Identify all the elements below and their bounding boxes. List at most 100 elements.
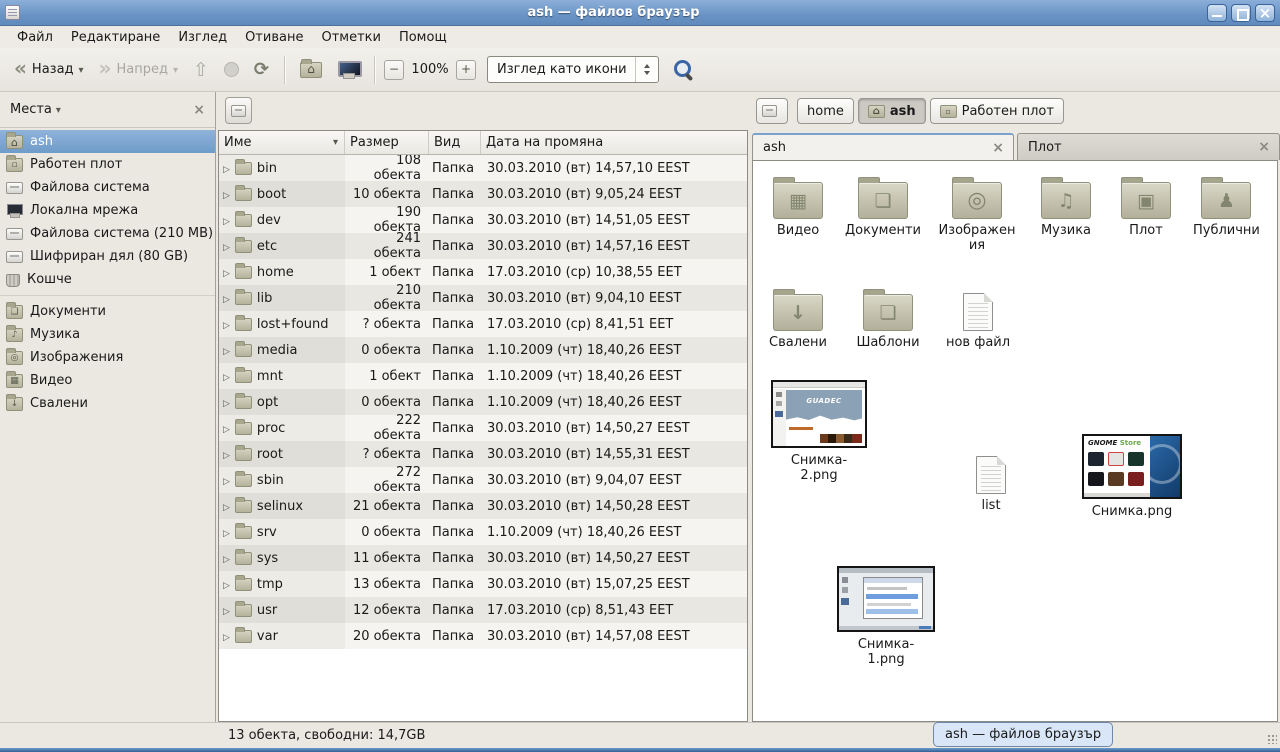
zoom-out-button[interactable] bbox=[384, 60, 404, 80]
chevron-down-icon[interactable] bbox=[173, 62, 178, 77]
home-button[interactable] bbox=[294, 59, 328, 81]
minimize-icon[interactable] bbox=[1207, 4, 1227, 22]
breadcrumb-button[interactable]: home bbox=[797, 98, 854, 124]
computer-button[interactable] bbox=[331, 58, 365, 82]
table-row[interactable]: boot 10 обекта Папка 30.03.2010 (вт) 9,0… bbox=[219, 181, 747, 207]
reload-button[interactable] bbox=[248, 56, 275, 83]
tab[interactable]: Плот bbox=[1017, 133, 1280, 160]
column-header-name[interactable]: Име bbox=[219, 131, 345, 154]
chevron-down-icon[interactable] bbox=[79, 62, 84, 77]
close-icon[interactable] bbox=[1255, 4, 1275, 22]
table-row[interactable]: etc 241 обекта Папка 30.03.2010 (вт) 14,… bbox=[219, 233, 747, 259]
expander-icon[interactable] bbox=[223, 603, 230, 618]
menu-item[interactable]: Изглед bbox=[169, 28, 236, 47]
sidebar-item[interactable]: ash bbox=[0, 130, 215, 153]
expander-icon[interactable] bbox=[223, 213, 230, 228]
table-row[interactable]: dev 190 обекта Папка 30.03.2010 (вт) 14,… bbox=[219, 207, 747, 233]
folder-item[interactable]: Изображения bbox=[935, 171, 1019, 253]
table-row[interactable]: proc 222 обекта Папка 30.03.2010 (вт) 14… bbox=[219, 415, 747, 441]
sidebar-item[interactable]: Видео bbox=[0, 369, 215, 392]
expander-icon[interactable] bbox=[223, 239, 230, 254]
back-button[interactable]: Назад bbox=[8, 58, 90, 82]
table-row[interactable]: root ? обекта Папка 30.03.2010 (вт) 14,5… bbox=[219, 441, 747, 467]
breadcrumb-button[interactable]: ash bbox=[858, 98, 926, 124]
tab-close-icon[interactable] bbox=[1258, 139, 1279, 155]
folder-item[interactable]: Свалени bbox=[765, 283, 831, 350]
close-icon[interactable] bbox=[193, 102, 205, 118]
folder-item[interactable]: Шаблони bbox=[855, 283, 921, 350]
table-row[interactable]: home 1 обект Папка 17.03.2010 (ср) 10,38… bbox=[219, 259, 747, 285]
image-file-item[interactable]: GUADEC Снимка-2.png bbox=[770, 380, 868, 483]
folder-item[interactable]: Видео bbox=[765, 171, 831, 253]
breadcrumb-button[interactable] bbox=[756, 98, 788, 124]
sidebar-item[interactable]: Работен плот bbox=[0, 153, 215, 176]
sidebar-item[interactable]: Шифриран дял (80 GB) bbox=[0, 245, 215, 268]
text-file-item[interactable]: list bbox=[960, 446, 1022, 513]
menu-item[interactable]: Помощ bbox=[390, 28, 456, 47]
folder-item[interactable]: Документи bbox=[845, 171, 921, 253]
expander-icon[interactable] bbox=[223, 369, 230, 384]
expander-icon[interactable] bbox=[223, 473, 230, 488]
maximize-icon[interactable] bbox=[1231, 4, 1251, 22]
folder-item[interactable]: Музика bbox=[1033, 171, 1099, 253]
zoom-in-button[interactable] bbox=[456, 60, 476, 80]
resize-grip[interactable] bbox=[1267, 734, 1277, 744]
table-row[interactable]: sbin 272 обекта Папка 30.03.2010 (вт) 9,… bbox=[219, 467, 747, 493]
titlebar[interactable]: ash — файлов браузър bbox=[0, 0, 1280, 26]
sidebar-item[interactable]: Изображения bbox=[0, 346, 215, 369]
breadcrumb-button[interactable]: Работен плот bbox=[930, 98, 1064, 124]
expander-icon[interactable] bbox=[223, 577, 230, 592]
chevron-down-icon[interactable] bbox=[56, 102, 61, 117]
expander-icon[interactable] bbox=[223, 265, 230, 280]
expander-icon[interactable] bbox=[223, 551, 230, 566]
folder-item[interactable]: Публични bbox=[1193, 171, 1260, 253]
image-file-item[interactable]: GNOME Store Снимка.png bbox=[1080, 434, 1184, 519]
expander-icon[interactable] bbox=[223, 187, 230, 202]
folder-item[interactable]: нов файл bbox=[945, 283, 1011, 350]
expander-icon[interactable] bbox=[223, 161, 230, 176]
sidebar-item[interactable]: Музика bbox=[0, 323, 215, 346]
tab[interactable]: ash bbox=[752, 133, 1014, 160]
image-file-item[interactable]: Снимка-1.png bbox=[836, 566, 936, 667]
expander-icon[interactable] bbox=[223, 525, 230, 540]
expander-icon[interactable] bbox=[223, 343, 230, 358]
table-row[interactable]: var 20 обекта Папка 30.03.2010 (вт) 14,5… bbox=[219, 623, 747, 649]
table-row[interactable]: bin 108 обекта Папка 30.03.2010 (вт) 14,… bbox=[219, 155, 747, 181]
tab-close-icon[interactable] bbox=[992, 140, 1013, 156]
table-row[interactable]: usr 12 обекта Папка 17.03.2010 (ср) 8,51… bbox=[219, 597, 747, 623]
table-row[interactable]: mnt 1 обект Папка 1.10.2009 (чт) 18,40,2… bbox=[219, 363, 747, 389]
table-row[interactable]: sys 11 обекта Папка 30.03.2010 (вт) 14,5… bbox=[219, 545, 747, 571]
menu-item[interactable]: Отиване bbox=[236, 28, 312, 47]
sidebar-item[interactable]: Локална мрежа bbox=[0, 199, 215, 222]
menu-item[interactable]: Файл bbox=[8, 28, 62, 47]
folder-item[interactable]: Плот bbox=[1113, 171, 1179, 253]
expander-icon[interactable] bbox=[223, 291, 230, 306]
table-row[interactable]: media 0 обекта Папка 1.10.2009 (чт) 18,4… bbox=[219, 337, 747, 363]
menu-item[interactable]: Редактиране bbox=[62, 28, 169, 47]
sidebar-item[interactable]: Свалени bbox=[0, 392, 215, 415]
sidebar-item[interactable]: Файлова система (210 MB) bbox=[0, 222, 215, 245]
table-row[interactable]: tmp 13 обекта Папка 30.03.2010 (вт) 15,0… bbox=[219, 571, 747, 597]
sidebar-item[interactable]: Документи bbox=[0, 300, 215, 323]
stop-button[interactable] bbox=[218, 59, 245, 80]
table-row[interactable]: lost+found ? обекта Папка 17.03.2010 (ср… bbox=[219, 311, 747, 337]
view-mode-select[interactable]: Изглед като икони bbox=[487, 56, 659, 83]
column-header-type[interactable]: Вид bbox=[429, 131, 481, 154]
sidebar-item[interactable]: Файлова система bbox=[0, 176, 215, 199]
expander-icon[interactable] bbox=[223, 447, 230, 462]
expander-icon[interactable] bbox=[223, 317, 230, 332]
expander-icon[interactable] bbox=[223, 421, 230, 436]
expander-icon[interactable] bbox=[223, 395, 230, 410]
pane-location-button[interactable] bbox=[225, 97, 252, 124]
sidebar-item[interactable]: Кошче bbox=[0, 268, 215, 291]
table-row[interactable]: lib 210 обекта Папка 30.03.2010 (вт) 9,0… bbox=[219, 285, 747, 311]
column-header-size[interactable]: Размер bbox=[345, 131, 429, 154]
menu-item[interactable]: Отметки bbox=[312, 28, 389, 47]
forward-button[interactable]: Напред bbox=[93, 58, 184, 82]
table-row[interactable]: opt 0 обекта Папка 1.10.2009 (чт) 18,40,… bbox=[219, 389, 747, 415]
expander-icon[interactable] bbox=[223, 499, 230, 514]
up-button[interactable] bbox=[187, 56, 215, 84]
expander-icon[interactable] bbox=[223, 629, 230, 644]
column-header-date[interactable]: Дата на промяна bbox=[481, 131, 747, 154]
table-row[interactable]: selinux 21 обекта Папка 30.03.2010 (вт) … bbox=[219, 493, 747, 519]
